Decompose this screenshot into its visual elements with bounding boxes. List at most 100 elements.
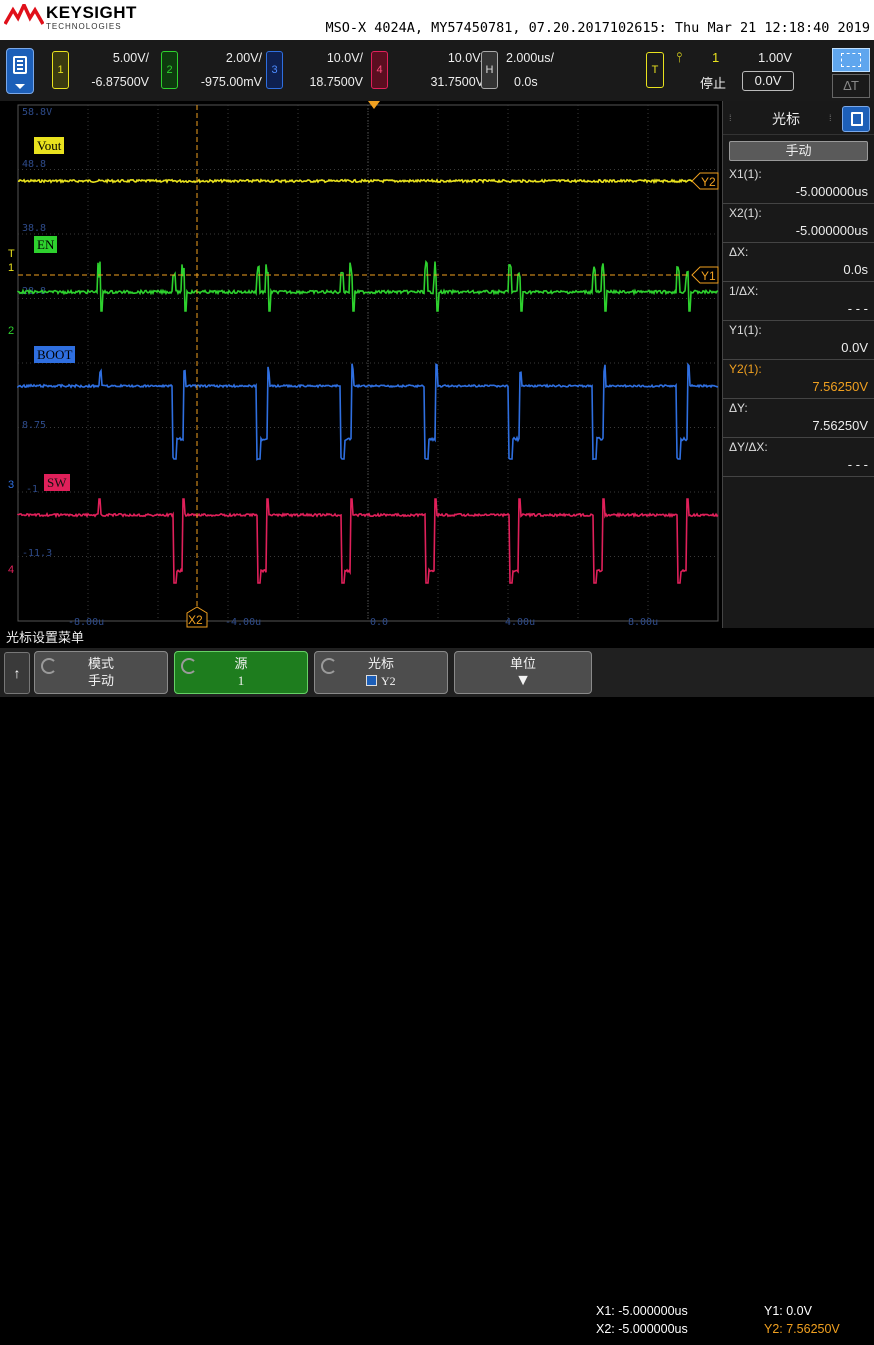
x-tick-label: -4.00u <box>225 617 261 628</box>
waveform-display[interactable]: 58.8V 48.8 38.8 28.8 8.75 -1 -11.3 -8.00u -4.00u… <box>0 101 722 628</box>
cursor-readout: X1: -5.000000us X2: -5.000000us Y1: 0.0V… <box>594 1300 874 1345</box>
cursor-row: Y2(1): 7.56250V <box>723 360 874 399</box>
channel-ground-marker: 2 <box>8 325 14 337</box>
cursor-row: ΔY: 7.56250V <box>723 399 874 438</box>
trigger-badge[interactable]: T <box>646 52 664 88</box>
channel-1-badge[interactable]: 1 <box>52 51 69 89</box>
cursor-y2-tag-label: Y2 <box>701 175 716 189</box>
timebase-delay: 0.0s <box>514 75 538 89</box>
grid-annotation: -11.3 <box>22 548 52 559</box>
cursor-x2-tag[interactable]: X2 <box>186 606 208 628</box>
readout-x2: X2: -5.000000us <box>596 1322 688 1336</box>
channel-ground-marker: 3 <box>8 479 14 491</box>
cursor-y2-tag[interactable]: Y2 <box>691 172 719 190</box>
cursor-row-label: ΔX: <box>729 245 749 259</box>
control-bar: 1 5.00V/ -6.87500V 2 2.00V/ -975.00mV 3 … <box>0 40 874 101</box>
drag-handle-icon[interactable]: ⁞ <box>729 113 732 123</box>
channel-2-scale: 2.00V/ <box>225 51 262 65</box>
cursor-row-value: -5.000000us <box>795 223 868 238</box>
vout-trace <box>17 178 719 185</box>
cursor-mode-button[interactable]: 手动 <box>729 141 868 161</box>
label-sw[interactable]: SW <box>44 474 70 491</box>
channel-2-badge[interactable]: 2 <box>161 51 178 89</box>
channel-ground-marker: 1 <box>8 262 14 274</box>
waveform-canvas[interactable]: 58.8V48.838.828.88.75-1-11.3-8.00u -4.00u… <box>0 101 722 628</box>
channel-1-offset: -6.87500V <box>91 75 149 89</box>
channel-1-scale: 5.00V/ <box>112 51 149 65</box>
drag-handle-icon[interactable]: ⁞ <box>829 113 832 123</box>
cursor-row-label: ΔY/ΔX: <box>729 440 768 454</box>
channel-4-scale: 10.0V/ <box>447 51 484 65</box>
channel-1-settings[interactable]: 1 5.00V/ -6.87500V <box>52 46 149 94</box>
keysight-wave-icon <box>4 4 44 25</box>
side-panel-menu-button[interactable] <box>842 106 870 132</box>
cursor-row-label: X1(1): <box>729 167 762 181</box>
cursor-row-label: X2(1): <box>729 206 762 220</box>
timebase-scale: 2.000us/ <box>506 51 554 65</box>
horizontal-settings[interactable]: H 2.000us/ 0.0s <box>481 46 560 94</box>
cursor-row-value: -5.000000us <box>795 184 868 199</box>
label-en[interactable]: EN <box>34 236 58 253</box>
channel-3-badge[interactable]: 3 <box>266 51 283 89</box>
back-button[interactable]: ↑ <box>4 652 30 694</box>
cursor-side-panel: ⁞ 光标 ⁞ 手动 X1(1): -5.000000us X2(1): -5.0000… <box>722 101 874 628</box>
channel-4-offset: 31.7500V <box>430 75 484 89</box>
trigger-source: 1 <box>712 50 720 65</box>
softkey-mode[interactable]: 模式 手动 <box>34 651 168 694</box>
cursor-row-label: ΔY: <box>729 401 748 415</box>
cursor-row: Y1(1): 0.0V <box>723 321 874 360</box>
cursor-row: X1(1): -5.000000us <box>723 165 874 204</box>
softkey-units-label: 单位 <box>509 656 536 671</box>
channel-ground-marker: 4 <box>8 564 14 576</box>
channel-2-offset: -975.00mV <box>200 75 262 89</box>
cursor-row-label: Y2(1): <box>729 362 762 376</box>
rotary-knob-icon <box>181 658 197 674</box>
document-icon <box>851 112 863 126</box>
grid-annotation: 48.8 <box>22 159 46 170</box>
keysight-logo: KEYSIGHT TECHNOLOGIES <box>4 4 137 31</box>
zoom-box-icon <box>841 53 861 67</box>
instrument-title: MSO-X 4024A, MY57450781, 07.20.201710261… <box>325 20 870 36</box>
cursor-row-label: Y1(1): <box>729 323 762 337</box>
softkey-cursor[interactable]: 光标 Y2 <box>314 651 448 694</box>
x-tick-label: 0.0 <box>370 617 388 628</box>
brand-name: KEYSIGHT <box>46 3 137 22</box>
cursor-x2-label: X2 <box>188 613 203 627</box>
channel-4-badge[interactable]: 4 <box>371 51 388 89</box>
channel-4-settings[interactable]: 4 10.0V/ 31.7500V <box>371 46 484 94</box>
measure-button[interactable]: ΔΤ <box>832 74 870 98</box>
horizontal-badge[interactable]: H <box>481 51 498 89</box>
softkey-source[interactable]: 源 1 <box>174 651 308 694</box>
x-tick-label: -8.00u <box>68 617 104 628</box>
menu-icon <box>13 56 27 74</box>
trigger-edge-icon: ⫯ <box>676 49 683 65</box>
cursor-y1-tag[interactable]: Y1 <box>691 266 719 284</box>
label-vout[interactable]: Vout <box>34 137 65 154</box>
cursor-row-label: 1/ΔX: <box>729 284 759 298</box>
softkey-source-value: 1 <box>237 673 245 688</box>
menu-title: 光标设置菜单 <box>0 628 874 648</box>
trigger-offset-field[interactable]: 0.0V <box>742 71 794 91</box>
cursor-row-value: 7.56250V <box>812 418 868 433</box>
channel-3-settings[interactable]: 3 10.0V/ 18.7500V <box>266 46 363 94</box>
trigger-level: 1.00V <box>758 50 792 65</box>
softkey-cursor-value: Y2 <box>380 674 396 688</box>
acquisition-status: 停止 <box>700 76 727 91</box>
softkey-bar: ↑ 模式 手动 源 1 光标 Y2 单位 ▼ X1: -5.000000us X… <box>0 648 874 1336</box>
cursor-row-value: 0.0s <box>843 262 868 277</box>
arrow-down-icon: ▼ <box>515 672 531 689</box>
cursor-row: ΔX: 0.0s <box>723 243 874 282</box>
cursor-row-value: 7.56250V <box>812 379 868 394</box>
softkey-units[interactable]: 单位 ▼ <box>454 651 592 694</box>
readout-y2: Y2: 7.56250V <box>764 1322 840 1336</box>
channel-3-offset: 18.7500V <box>309 75 363 89</box>
channel-2-settings[interactable]: 2 2.00V/ -975.00mV <box>161 46 262 94</box>
x-tick-label: 8.00u <box>628 617 658 628</box>
label-boot[interactable]: BOOT <box>34 346 76 363</box>
zoom-button[interactable] <box>832 48 870 72</box>
main-menu-button[interactable] <box>6 48 34 94</box>
cursor-row-value: 0.0V <box>841 340 868 355</box>
rotary-knob-icon <box>41 658 57 674</box>
rotary-knob-icon <box>321 658 337 674</box>
grid-annotation: -1 <box>26 484 38 495</box>
